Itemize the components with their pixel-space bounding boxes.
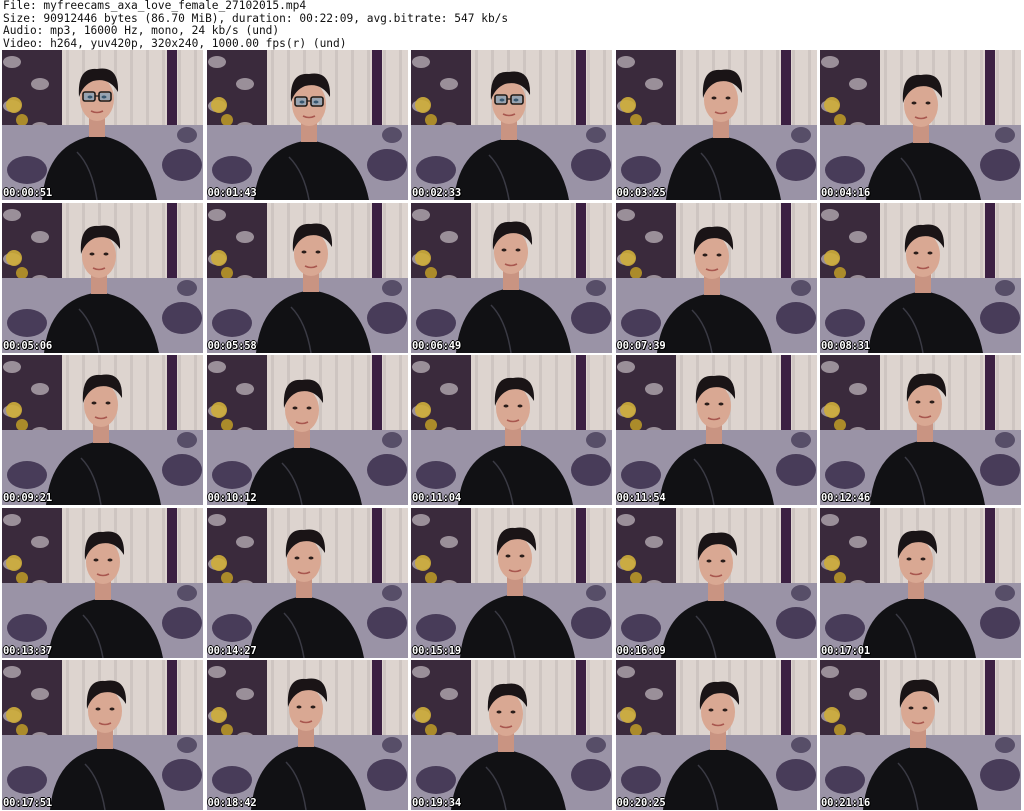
- video-thumbnail: 00:11:04: [411, 355, 612, 505]
- thumbnail-frame: [206, 50, 408, 200]
- thumbnail-frame: [820, 660, 1021, 810]
- thumbnail-timestamp: 00:05:06: [3, 339, 52, 352]
- thumbnail-frame: [2, 202, 203, 353]
- video-thumbnail: 00:14:27: [206, 507, 408, 658]
- video-thumbnail: 00:12:46: [820, 355, 1021, 505]
- thumbnail-timestamp: 00:19:34: [412, 797, 461, 809]
- thumbnail-frame: [820, 355, 1021, 505]
- thumbnail-grid: 00:00:51 00:01:43 00:02:33 00:03:25 00:04:16…: [2, 50, 1022, 811]
- thumbnail-timestamp: 00:09:21: [3, 492, 52, 504]
- thumbnail-frame: [615, 507, 817, 658]
- thumbnail-frame: [206, 660, 408, 810]
- thumbnail-timestamp: 00:10:12: [207, 492, 257, 504]
- video-thumbnail: 00:05:06: [2, 202, 203, 353]
- thumbnail-timestamp: 00:08:31: [821, 339, 870, 352]
- thumbnail-frame: [411, 507, 612, 658]
- video-thumbnail: 00:18:42: [206, 660, 408, 810]
- video-thumbnail: 00:06:49: [411, 202, 612, 353]
- video-thumbnail: 00:10:12: [206, 355, 408, 505]
- thumbnail-timestamp: 00:14:27: [207, 644, 257, 657]
- thumbnail-timestamp: 00:11:54: [616, 492, 666, 504]
- video-thumbnail: 00:03:25: [615, 50, 817, 200]
- video-thumbnail: 00:15:19: [411, 507, 612, 658]
- video-thumbnail: 00:05:58: [206, 202, 408, 353]
- thumbnail-frame: [615, 50, 817, 200]
- thumbnail-frame: [615, 202, 817, 353]
- video-thumbnail: 00:20:25: [615, 660, 817, 810]
- thumbnail-frame: [820, 202, 1021, 353]
- thumbnail-timestamp: 00:00:51: [3, 187, 52, 199]
- thumbnail-timestamp: 00:11:04: [412, 492, 461, 504]
- file-info-header: File: myfreecams_axa_love_female_2710201…: [3, 0, 1019, 50]
- video-thumbnail: 00:08:31: [820, 202, 1021, 353]
- thumbnail-frame: [820, 50, 1021, 200]
- video-thumbnail: 00:19:34: [411, 660, 612, 810]
- thumbnail-frame: [2, 507, 203, 658]
- thumbnail-timestamp: 00:03:25: [616, 187, 666, 199]
- thumbnail-timestamp: 00:13:37: [3, 644, 52, 657]
- thumbnail-timestamp: 00:05:58: [207, 339, 257, 352]
- video-thumbnail: 00:11:54: [615, 355, 817, 505]
- video-thumbnail: 00:17:01: [820, 507, 1021, 658]
- video-thumbnail: 00:00:51: [2, 50, 203, 200]
- video-thumbnail: 00:01:43: [206, 50, 408, 200]
- thumbnail-timestamp: 00:17:51: [3, 797, 52, 809]
- thumbnail-frame: [206, 507, 408, 658]
- thumbnail-timestamp: 00:02:33: [412, 187, 461, 199]
- video-thumbnail: 00:04:16: [820, 50, 1021, 200]
- video-info-line: Video: h264, yuv420p, 320x240, 1000.00 f…: [3, 36, 347, 50]
- thumbnail-frame: [615, 660, 817, 810]
- thumbnail-timestamp: 00:17:01: [821, 644, 870, 657]
- thumbnail-frame: [411, 660, 612, 810]
- video-thumbnail: 00:13:37: [2, 507, 203, 658]
- audio-info-line: Audio: mp3, 16000 Hz, mono, 24 kb/s (und…: [3, 24, 280, 37]
- thumbnail-timestamp: 00:04:16: [821, 187, 870, 199]
- video-thumbnail: 00:16:09: [615, 507, 817, 658]
- thumbnail-frame: [411, 50, 612, 200]
- video-thumbnail: 00:21:16: [820, 660, 1021, 810]
- thumbnail-frame: [206, 355, 408, 505]
- thumbnail-frame: [615, 355, 817, 505]
- thumbnail-frame: [2, 355, 203, 505]
- file-name-line: File: myfreecams_axa_love_female_2710201…: [3, 0, 307, 12]
- video-thumbnail: 00:17:51: [2, 660, 203, 810]
- thumbnail-frame: [411, 202, 612, 353]
- thumbnail-timestamp: 00:07:39: [616, 339, 666, 352]
- thumbnail-timestamp: 00:15:19: [412, 644, 461, 657]
- thumbnail-timestamp: 00:21:16: [821, 797, 870, 809]
- thumbnail-frame: [820, 507, 1021, 658]
- thumbnail-timestamp: 00:06:49: [412, 339, 461, 352]
- thumbnail-frame: [2, 660, 203, 810]
- thumbnail-frame: [206, 202, 408, 353]
- video-thumbnail: 00:02:33: [411, 50, 612, 200]
- thumbnail-timestamp: 00:20:25: [616, 797, 666, 809]
- thumbnail-timestamp: 00:01:43: [207, 187, 257, 199]
- thumbnail-timestamp: 00:12:46: [821, 492, 870, 504]
- thumbnail-frame: [411, 355, 612, 505]
- thumbnail-timestamp: 00:16:09: [616, 644, 666, 657]
- thumbnail-timestamp: 00:18:42: [207, 797, 257, 809]
- video-thumbnail: 00:07:39: [615, 202, 817, 353]
- video-thumbnail: 00:09:21: [2, 355, 203, 505]
- thumbnail-frame: [2, 50, 203, 200]
